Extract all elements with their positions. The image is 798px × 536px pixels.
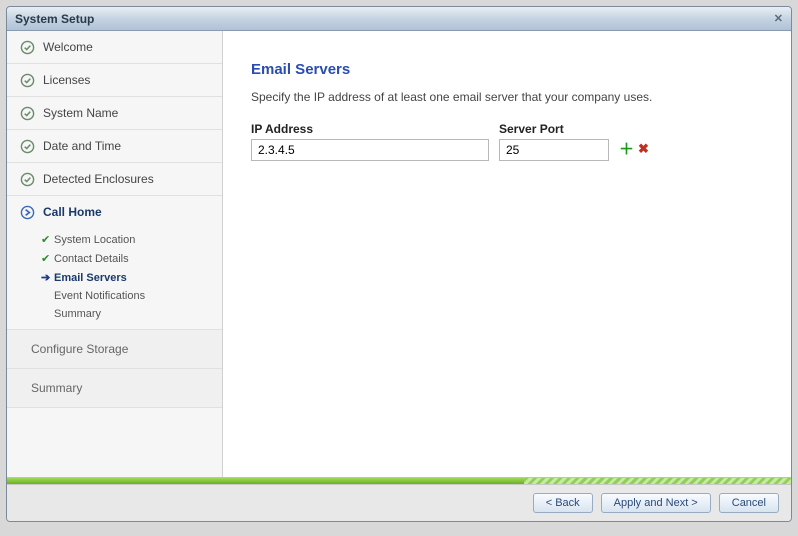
check-icon: ✔ [41, 233, 51, 246]
sidebar-item-label: Configure Storage [31, 342, 128, 356]
sidebar-item-detected-enclosures[interactable]: Detected Enclosures [7, 163, 222, 196]
progress-bar [7, 477, 791, 484]
sub-item-event-notifications[interactable]: Event Notifications [7, 287, 222, 305]
sub-item-label: Email Servers [54, 272, 127, 284]
setup-wizard-window: System Setup ✕ Welcome Licenses Sy [6, 6, 792, 522]
sidebar-item-label: Summary [31, 381, 82, 395]
check-circle-icon [19, 39, 35, 55]
remove-row-icon[interactable]: ✖ [638, 141, 649, 157]
check-circle-icon [19, 72, 35, 88]
sidebar-item-label: Welcome [43, 40, 93, 54]
main-panel: Email Servers Specify the IP address of … [223, 31, 791, 477]
sidebar-item-system-name[interactable]: System Name [7, 97, 222, 130]
sidebar-item-label: Call Home [43, 205, 102, 219]
port-label: Server Port [499, 122, 609, 136]
add-row-icon[interactable]: ＋ [619, 138, 634, 159]
port-field: Server Port [499, 122, 609, 161]
window-title: System Setup [15, 12, 94, 26]
sidebar-item-summary[interactable]: Summary [7, 369, 222, 408]
ip-label: IP Address [251, 122, 489, 136]
close-icon[interactable]: ✕ [774, 12, 783, 25]
page-title: Email Servers [251, 61, 763, 78]
sidebar-item-welcome[interactable]: Welcome [7, 31, 222, 64]
sub-item-label: Contact Details [54, 253, 129, 265]
sidebar-item-call-home[interactable]: Call Home [7, 196, 222, 228]
check-icon: ✔ [41, 252, 51, 265]
sub-item-contact-details[interactable]: ✔ Contact Details [7, 249, 222, 268]
sidebar-item-licenses[interactable]: Licenses [7, 64, 222, 97]
sidebar-item-configure-storage[interactable]: Configure Storage [7, 330, 222, 369]
sidebar-item-label: Licenses [43, 73, 90, 87]
window-body: Welcome Licenses System Name Date and Ti… [7, 31, 791, 477]
sidebar-item-label: System Name [43, 106, 118, 120]
sidebar: Welcome Licenses System Name Date and Ti… [7, 31, 223, 477]
arrow-circle-icon [19, 204, 35, 220]
sub-item-email-servers[interactable]: ➔ Email Servers [7, 268, 222, 287]
port-input[interactable] [499, 139, 609, 161]
sidebar-item-label: Detected Enclosures [43, 172, 154, 186]
footer: < Back Apply and Next > Cancel [7, 484, 791, 521]
sidebar-item-date-time[interactable]: Date and Time [7, 130, 222, 163]
cancel-button[interactable]: Cancel [719, 493, 779, 513]
apply-next-button[interactable]: Apply and Next > [601, 493, 711, 513]
ip-input[interactable] [251, 139, 489, 161]
row-actions: ＋ ✖ [619, 138, 649, 161]
sub-item-label: Event Notifications [54, 290, 145, 302]
server-row: IP Address Server Port ＋ ✖ [251, 122, 763, 161]
check-circle-icon [19, 105, 35, 121]
sidebar-item-label: Date and Time [43, 139, 121, 153]
back-button[interactable]: < Back [533, 493, 593, 513]
check-circle-icon [19, 171, 35, 187]
titlebar: System Setup ✕ [7, 7, 791, 31]
ip-field: IP Address [251, 122, 489, 161]
sub-item-label: System Location [54, 234, 135, 246]
check-circle-icon [19, 138, 35, 154]
page-description: Specify the IP address of at least one e… [251, 90, 763, 104]
sub-item-label: Summary [54, 308, 101, 320]
sub-item-summary[interactable]: Summary [7, 305, 222, 323]
callhome-sublist: ✔ System Location ✔ Contact Details ➔ Em… [7, 228, 222, 330]
sub-item-system-location[interactable]: ✔ System Location [7, 230, 222, 249]
arrow-icon: ➔ [41, 271, 51, 284]
